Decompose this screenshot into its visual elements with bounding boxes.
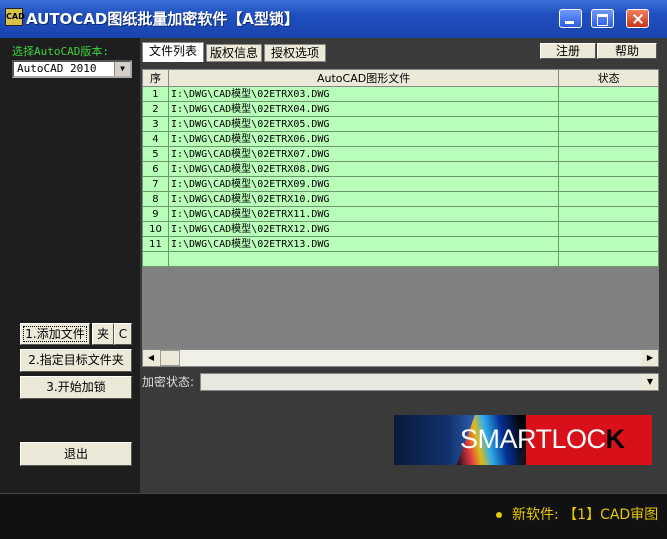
row-file-path: I:\DWG\CAD模型\02ETRX05.DWG	[167, 116, 560, 132]
smartlock-logo: SMARTLOCK	[394, 415, 652, 465]
table-row[interactable]: 10 I:\DWG\CAD模型\02ETRX12.DWG	[142, 221, 659, 237]
start-lock-button[interactable]: 3.开始加锁	[20, 376, 132, 399]
app-window: CAD AUTOCAD图纸批量加密软件【A型锁】 选择AutoCAD版本: Au…	[0, 0, 667, 539]
tab-auth-options[interactable]: 授权选项	[264, 44, 326, 62]
row-status	[558, 146, 659, 162]
row-index	[142, 251, 169, 267]
row-file-path: I:\DWG\CAD模型\02ETRX03.DWG	[167, 86, 560, 102]
row-file-path: I:\DWG\CAD模型\02ETRX09.DWG	[167, 176, 560, 192]
row-status	[558, 116, 659, 132]
row-index: 7	[142, 176, 169, 192]
row-status	[558, 236, 659, 252]
horizontal-scrollbar[interactable]: ◀ ▶	[142, 349, 659, 367]
row-index: 5	[142, 146, 169, 162]
version-label: 选择AutoCAD版本:	[12, 45, 109, 58]
window-title: AUTOCAD图纸批量加密软件【A型锁】	[26, 10, 299, 28]
encrypt-status-select[interactable]: ▼	[200, 373, 659, 391]
row-index: 9	[142, 206, 169, 222]
close-button[interactable]	[626, 9, 649, 28]
table-row[interactable]: 4 I:\DWG\CAD模型\02ETRX06.DWG	[142, 131, 659, 147]
row-status	[558, 191, 659, 207]
add-folder-button[interactable]: 夹	[92, 323, 114, 345]
footer-bar: 新软件: 【1】CAD审图	[0, 493, 667, 539]
file-table: 序 AutoCAD图形文件 状态 1 I:\DWG\CAD模型\02ETRX03.…	[142, 69, 659, 267]
row-file-path: I:\DWG\CAD模型\02ETRX11.DWG	[167, 206, 560, 222]
exit-button[interactable]: 退出	[20, 442, 132, 466]
column-header-status[interactable]: 状态	[558, 69, 659, 87]
table-row[interactable]: 3 I:\DWG\CAD模型\02ETRX05.DWG	[142, 116, 659, 132]
news-ticker[interactable]: 新软件: 【1】CAD审图	[496, 504, 658, 524]
scroll-left-arrow-icon[interactable]: ◀	[143, 350, 159, 366]
scroll-thumb[interactable]	[160, 350, 180, 366]
row-status	[558, 176, 659, 192]
row-index: 10	[142, 221, 169, 237]
register-button[interactable]: 注册	[540, 43, 596, 59]
row-index: 3	[142, 116, 169, 132]
help-button[interactable]: 帮助	[597, 43, 657, 59]
row-status	[558, 101, 659, 117]
row-index: 1	[142, 86, 169, 102]
main-panel: 文件列表 版权信息 授权选项 注册 帮助 序 AutoCAD图形文件 状态 1I…	[140, 38, 667, 493]
table-row[interactable]: 11 I:\DWG\CAD模型\02ETRX13.DWG	[142, 236, 659, 252]
row-index: 6	[142, 161, 169, 177]
row-index: 11	[142, 236, 169, 252]
dropdown-arrow-icon[interactable]: ▼	[642, 374, 658, 390]
row-file-path: I:\DWG\CAD模型\02ETRX13.DWG	[167, 236, 560, 252]
title-bar[interactable]: CAD AUTOCAD图纸批量加密软件【A型锁】	[0, 0, 667, 38]
table-row-empty[interactable]	[142, 251, 659, 267]
row-status	[558, 221, 659, 237]
row-index: 2	[142, 101, 169, 117]
encrypt-status-label: 加密状态:	[142, 375, 195, 389]
version-selected-value: AutoCAD 2010	[17, 62, 97, 75]
table-row[interactable]: 8 I:\DWG\CAD模型\02ETRX10.DWG	[142, 191, 659, 207]
tab-copyright-info[interactable]: 版权信息	[206, 44, 262, 62]
bullet-icon	[496, 512, 502, 518]
row-status	[558, 86, 659, 102]
logo-text: SMARTLOCK	[460, 424, 625, 455]
scroll-right-arrow-icon[interactable]: ▶	[642, 350, 658, 366]
table-row[interactable]: 6 I:\DWG\CAD模型\02ETRX08.DWG	[142, 161, 659, 177]
row-file-path: I:\DWG\CAD模型\02ETRX08.DWG	[167, 161, 560, 177]
minimize-button[interactable]	[559, 9, 582, 28]
logo-text-white: SMARTLOC	[460, 424, 606, 454]
left-panel: 选择AutoCAD版本: AutoCAD 2010 ▼ 1.添加文件 夹 C 2…	[0, 38, 140, 493]
row-file-path	[167, 251, 560, 267]
row-index: 4	[142, 131, 169, 147]
version-select[interactable]: AutoCAD 2010 ▼	[12, 60, 132, 78]
add-files-button[interactable]: 1.添加文件	[20, 323, 90, 345]
row-status	[558, 161, 659, 177]
dropdown-arrow-icon[interactable]: ▼	[114, 62, 130, 76]
app-icon: CAD	[5, 8, 25, 26]
tab-file-list[interactable]: 文件列表	[142, 42, 204, 62]
row-file-path: I:\DWG\CAD模型\02ETRX04.DWG	[167, 101, 560, 117]
target-folder-button[interactable]: 2.指定目标文件夹	[20, 349, 132, 372]
clear-button[interactable]: C	[114, 323, 132, 345]
logo-text-red: K	[605, 424, 626, 454]
row-file-path: I:\DWG\CAD模型\02ETRX10.DWG	[167, 191, 560, 207]
maximize-button[interactable]	[591, 9, 614, 28]
row-status	[558, 206, 659, 222]
table-row[interactable]: 5 I:\DWG\CAD模型\02ETRX07.DWG	[142, 146, 659, 162]
column-header-file[interactable]: AutoCAD图形文件	[167, 69, 560, 87]
row-file-path: I:\DWG\CAD模型\02ETRX12.DWG	[167, 221, 560, 237]
row-status	[558, 131, 659, 147]
row-file-path: I:\DWG\CAD模型\02ETRX07.DWG	[167, 146, 560, 162]
table-row[interactable]: 7 I:\DWG\CAD模型\02ETRX09.DWG	[142, 176, 659, 192]
table-row[interactable]: 2 I:\DWG\CAD模型\02ETRX04.DWG	[142, 101, 659, 117]
row-index: 8	[142, 191, 169, 207]
row-file-path: I:\DWG\CAD模型\02ETRX06.DWG	[167, 131, 560, 147]
table-row[interactable]: 9 I:\DWG\CAD模型\02ETRX11.DWG	[142, 206, 659, 222]
table-header-row: 序 AutoCAD图形文件 状态	[142, 69, 659, 87]
news-text: 新软件: 【1】CAD审图	[512, 507, 659, 523]
table-row[interactable]: 1 I:\DWG\CAD模型\02ETRX03.DWG	[142, 86, 659, 102]
column-header-index[interactable]: 序	[142, 69, 169, 87]
file-grid[interactable]: 序 AutoCAD图形文件 状态 1 I:\DWG\CAD模型\02ETRX03.…	[142, 69, 659, 349]
row-status	[558, 251, 659, 267]
